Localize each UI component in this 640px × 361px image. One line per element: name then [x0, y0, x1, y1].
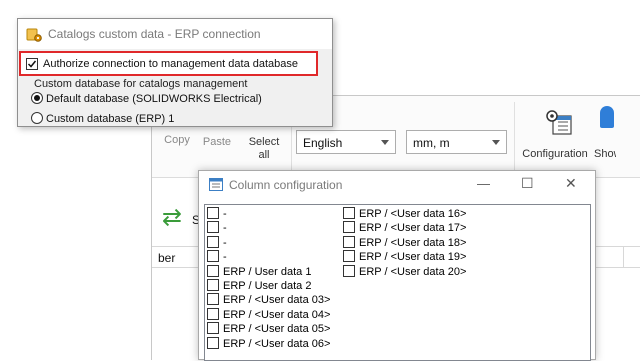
- chevron-down-icon: [492, 140, 500, 145]
- checkbox-unchecked-icon[interactable]: [207, 235, 219, 248]
- column-checklist-label: ERP / <User data 03>: [223, 294, 331, 307]
- checkbox-unchecked-icon[interactable]: [343, 207, 355, 219]
- column-checklist-label: ERP / <User data 05>: [223, 323, 331, 336]
- column-checklist-item[interactable]: ERP / <User data 03>: [207, 293, 330, 307]
- column-checklist-item[interactable]: ERP / <User data 18>: [343, 235, 467, 250]
- copy-button[interactable]: Copy: [160, 134, 194, 147]
- close-icon[interactable]: ✕: [565, 175, 577, 192]
- chevron-down-icon: [381, 140, 389, 145]
- catalog-dialog-titlebar[interactable]: Catalogs custom data - ERP connection: [18, 19, 332, 49]
- language-value: English: [303, 136, 343, 150]
- database-gear-icon: [26, 26, 42, 42]
- column-checklist[interactable]: - - - - ERP / User data 1 ERP / User data 2 ER…: [204, 204, 591, 361]
- column-checklist-item[interactable]: ERP / User data 1: [207, 264, 312, 279]
- authorize-label: Authorize connection to management data …: [43, 58, 299, 70]
- column-checklist-label: ERP / User data 2: [223, 280, 312, 292]
- column-divider: [623, 247, 624, 267]
- radio-selected-icon: [31, 92, 43, 104]
- checkbox-unchecked-icon[interactable]: [207, 279, 219, 291]
- checkbox-unchecked-icon[interactable]: [207, 221, 219, 234]
- column-configuration-dialog: Column configuration — ☐ ✕ - - - - ERP / Use…: [198, 170, 596, 361]
- checkbox-unchecked-icon[interactable]: [343, 250, 355, 263]
- column-checklist-label: -: [223, 222, 227, 235]
- minimize-icon[interactable]: —: [477, 176, 490, 191]
- column-checklist-item[interactable]: ERP / <User data 04>: [207, 307, 331, 322]
- checkbox-unchecked-icon[interactable]: [207, 293, 219, 306]
- column-dialog-title: Column configuration: [229, 178, 343, 192]
- column-checklist-label: ERP / <User data 20>: [359, 265, 467, 278]
- units-select[interactable]: mm, m: [406, 130, 507, 154]
- language-select[interactable]: English: [296, 130, 396, 154]
- authorize-highlight: Authorize connection to management data …: [19, 51, 318, 76]
- custom-database-option[interactable]: Custom database (ERP) 1: [31, 112, 174, 125]
- column-checklist-item[interactable]: ERP / <User data 16>: [343, 207, 466, 221]
- column-header-number[interactable]: ber: [158, 251, 175, 265]
- column-checklist-label: ERP / <User data 18>: [359, 236, 467, 249]
- checkbox-checked-icon: [26, 58, 38, 70]
- checkbox-unchecked-icon[interactable]: [207, 207, 219, 219]
- column-checklist-label: -: [223, 251, 227, 264]
- catalogs-custom-data-dialog: Catalogs custom data - ERP connection Au…: [17, 18, 333, 127]
- column-checklist-item[interactable]: ERP / <User data 19>: [343, 250, 466, 264]
- column-dialog-titlebar[interactable]: Column configuration — ☐ ✕: [199, 171, 595, 199]
- column-checklist-item[interactable]: ERP / <User data 06>: [207, 336, 331, 351]
- column-checklist-label: ERP / <User data 06>: [223, 337, 331, 350]
- table-icon: [209, 178, 223, 191]
- column-checklist-label: ERP / <User data 17>: [359, 222, 467, 235]
- configuration-button[interactable]: Configuration: [518, 148, 592, 161]
- checkbox-unchecked-icon[interactable]: [207, 264, 219, 277]
- checkbox-unchecked-icon[interactable]: [207, 307, 219, 320]
- copy-label: Copy: [164, 134, 190, 146]
- column-checklist-item[interactable]: -: [207, 250, 227, 264]
- column-checklist-label: -: [223, 208, 227, 220]
- checkbox-unchecked-icon[interactable]: [207, 322, 219, 335]
- column-checklist-label: ERP / <User data 16>: [359, 208, 467, 220]
- column-checklist-label: ERP / User data 1: [223, 265, 312, 278]
- column-checklist-item[interactable]: -: [207, 221, 227, 235]
- default-database-option[interactable]: Default database (SOLIDWORKS Electrical): [31, 92, 262, 105]
- paste-label: Paste: [202, 136, 232, 148]
- checkbox-unchecked-icon[interactable]: [343, 264, 355, 277]
- default-database-label: Default database (SOLIDWORKS Electrical): [46, 93, 262, 105]
- column-checklist-item[interactable]: ERP / <User data 17>: [343, 221, 466, 235]
- show-button[interactable]: Show d: [594, 106, 634, 161]
- user-icon: [600, 106, 614, 128]
- column-checklist-label: -: [223, 236, 227, 249]
- catalog-dialog-title: Catalogs custom data - ERP connection: [48, 27, 261, 41]
- column-checklist-item[interactable]: ERP / <User data 05>: [207, 322, 330, 336]
- database-group-label: Custom database for catalogs management: [34, 78, 248, 90]
- radio-unselected-icon: [31, 112, 43, 124]
- authorize-checkbox[interactable]: [26, 57, 42, 71]
- maximize-icon[interactable]: ☐: [521, 175, 534, 192]
- checkbox-unchecked-icon[interactable]: [207, 250, 219, 263]
- configuration-label: Configuration: [522, 148, 588, 160]
- column-checklist-label: ERP / <User data 04>: [223, 308, 331, 321]
- checkbox-unchecked-icon[interactable]: [207, 336, 219, 349]
- column-checklist-item[interactable]: -: [207, 207, 227, 221]
- checkbox-unchecked-icon[interactable]: [343, 235, 355, 248]
- column-checklist-item[interactable]: ERP / <User data 20>: [343, 264, 467, 279]
- units-value: mm, m: [413, 136, 450, 150]
- column-checklist-item[interactable]: -: [207, 235, 227, 250]
- ribbon-separator: [514, 102, 515, 172]
- custom-database-label: Custom database (ERP) 1: [46, 113, 175, 125]
- configuration-icon[interactable]: [544, 108, 574, 138]
- refresh-icon[interactable]: ⇄: [162, 206, 182, 230]
- checkbox-unchecked-icon[interactable]: [343, 221, 355, 234]
- show-label: Show d: [594, 148, 616, 160]
- select-all-label: Select all: [248, 136, 280, 161]
- column-checklist-label: ERP / <User data 19>: [359, 251, 467, 264]
- column-checklist-item[interactable]: ERP / User data 2: [207, 279, 311, 293]
